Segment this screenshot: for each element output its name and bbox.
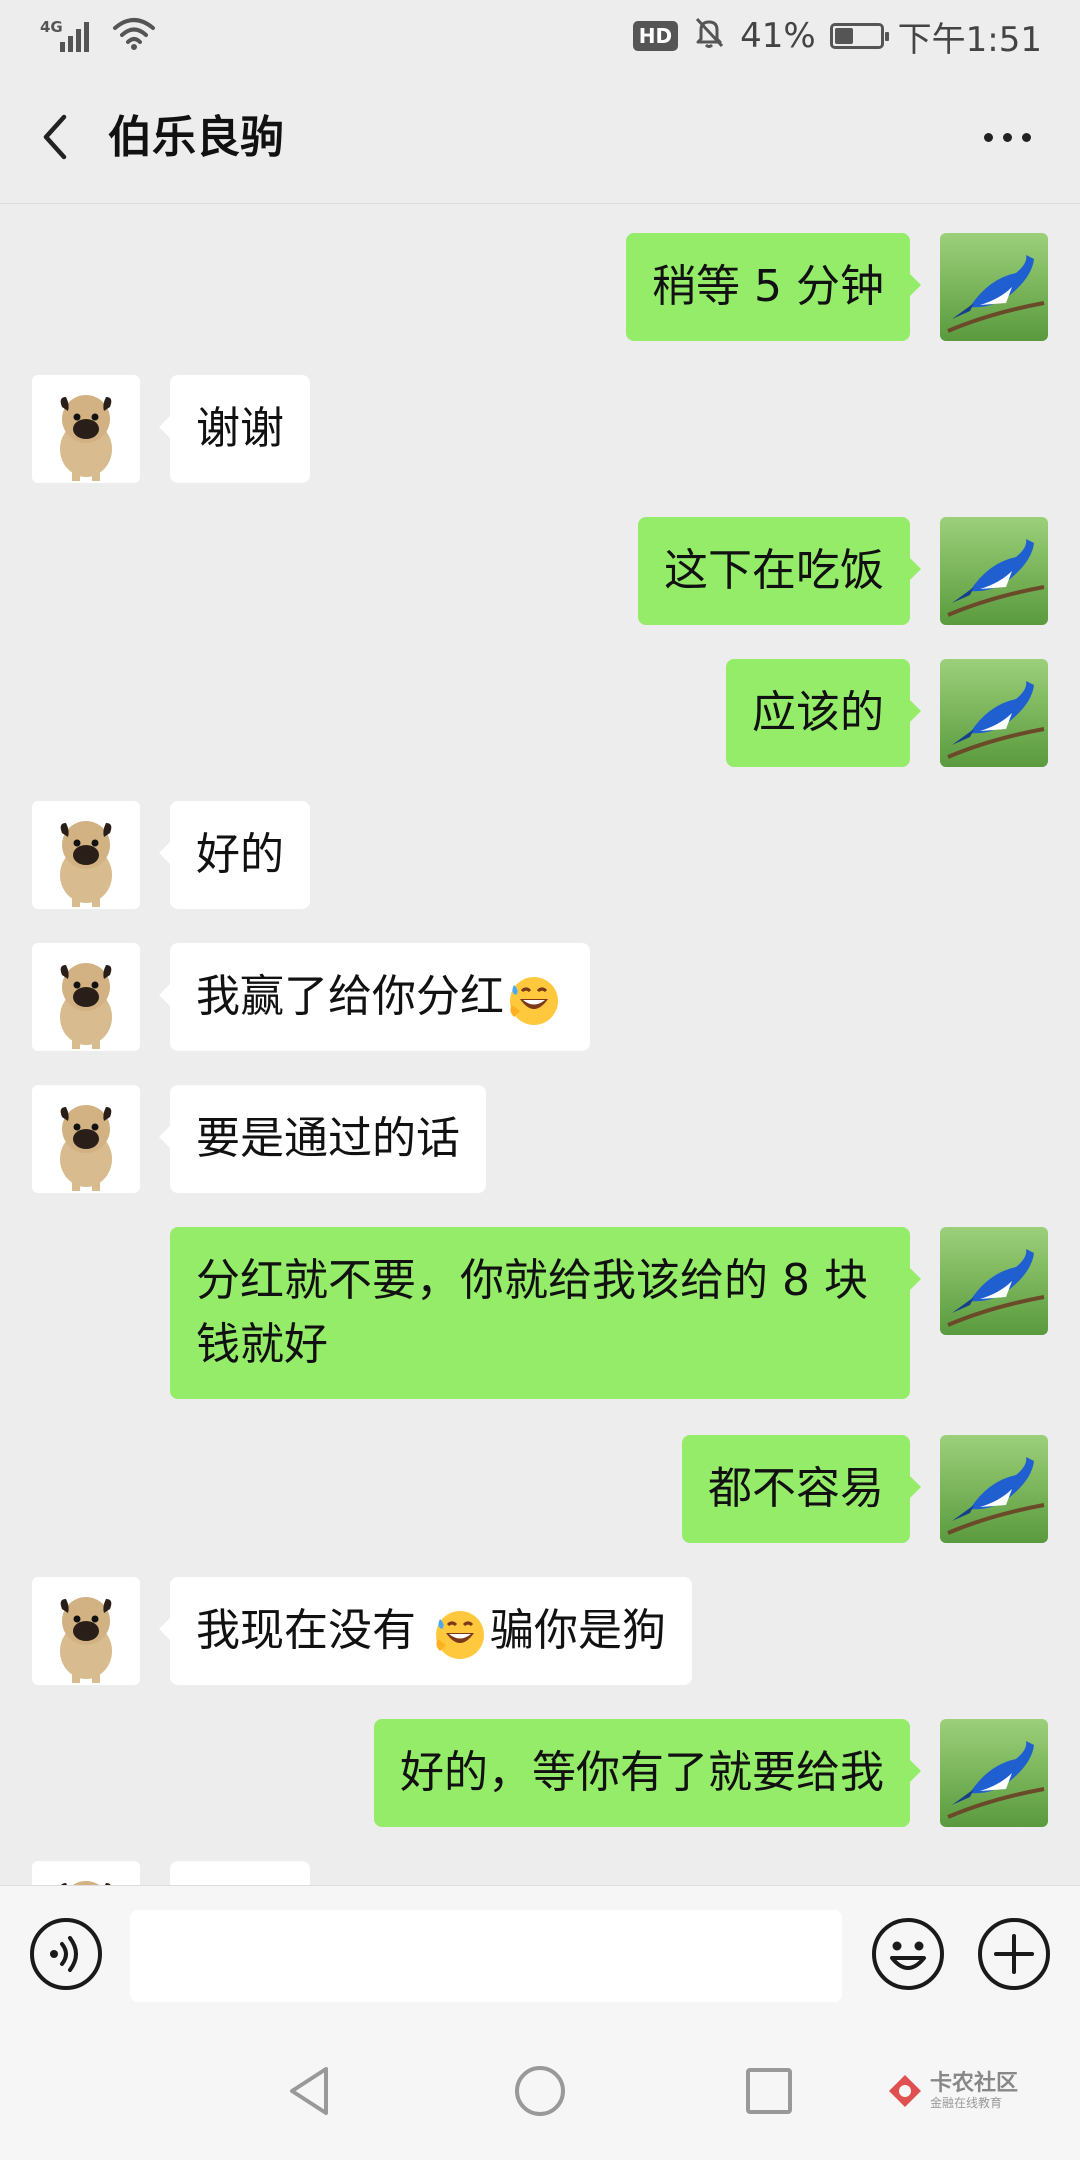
bird-avatar-icon (940, 1719, 1048, 1827)
more-options-button[interactable] (972, 112, 1042, 162)
emoji-button[interactable] (870, 1916, 946, 1992)
voice-icon (30, 1918, 102, 1990)
square-recents-icon (746, 2068, 792, 2114)
bird-avatar-icon (940, 659, 1048, 767)
watermark-title: 卡农社区 (929, 2071, 1018, 2096)
system-nav-bar: 卡农社区 金融在线教育 (0, 2020, 1080, 2160)
message-bubble[interactable]: 我赢了给你分红 (159, 943, 590, 1051)
circle-home-icon (515, 2066, 565, 2116)
hd-badge: HD (632, 21, 679, 51)
message-text: 我现在没有 (196, 1605, 430, 1656)
contact-avatar[interactable] (32, 375, 140, 483)
watermark-subtitle: 金融在线教育 (929, 2096, 1002, 2110)
status-right: HD 41% 下午1:51 (632, 14, 1042, 60)
chat-header: 伯乐良驹 (0, 70, 1080, 204)
pug-avatar-icon (32, 1085, 140, 1193)
my-avatar[interactable] (940, 517, 1048, 625)
contact-avatar[interactable] (32, 1861, 140, 1885)
battery-percent: 41% (740, 16, 816, 56)
pug-avatar-icon (32, 375, 140, 483)
message-text: 我赢了给你分红 (196, 971, 504, 1022)
pug-avatar-icon (32, 1861, 140, 1885)
back-button[interactable] (30, 107, 80, 167)
bird-avatar-icon (940, 1227, 1048, 1335)
chevron-left-icon (43, 114, 67, 160)
pug-avatar-icon (32, 943, 140, 1051)
message-list[interactable]: 稍等 5 分钟 谢谢 这下在吃饭 应该的 好的 我赢了给你分红 要是通过的话 分… (0, 205, 1080, 1885)
input-bar (0, 1885, 1080, 2020)
message-bubble[interactable] (170, 1861, 310, 1885)
my-avatar[interactable] (940, 659, 1048, 767)
smiley-icon (872, 1918, 944, 1990)
battery-icon (829, 23, 889, 49)
contact-avatar[interactable] (32, 1577, 140, 1685)
nav-home-button[interactable] (505, 2056, 575, 2126)
more-dot-icon (983, 132, 993, 142)
message-bubble[interactable]: 稍等 5 分钟 (626, 233, 921, 341)
grinning-sweat-emoji-icon (510, 977, 558, 1025)
mute-bell-icon (692, 15, 726, 58)
voice-input-button[interactable] (28, 1916, 104, 1992)
message-bubble[interactable]: 好的，等你有了就要给我 (374, 1719, 921, 1827)
contact-avatar[interactable] (32, 943, 140, 1051)
more-dot-icon (1021, 132, 1031, 142)
nav-recents-button[interactable] (734, 2056, 804, 2126)
battery-level (834, 28, 853, 44)
triangle-back-icon (290, 2067, 328, 2115)
contact-avatar[interactable] (32, 801, 140, 909)
my-avatar[interactable] (940, 1227, 1048, 1335)
my-avatar[interactable] (940, 1435, 1048, 1543)
chat-title: 伯乐良驹 (108, 112, 284, 163)
message-bubble[interactable]: 这下在吃饭 (638, 517, 921, 625)
pug-avatar-icon (32, 1577, 140, 1685)
pug-avatar-icon (32, 801, 140, 909)
plus-circle-icon (978, 1918, 1050, 1990)
clock: 下午1:51 (897, 19, 1042, 60)
message-bubble[interactable]: 谢谢 (159, 375, 310, 483)
message-bubble[interactable]: 应该的 (726, 659, 921, 767)
status-bar: 4G HD 41% 下午1:51 (0, 0, 1080, 70)
watermark-logo-icon (888, 2075, 921, 2107)
watermark: 卡农社区 金融在线教育 (886, 2072, 1018, 2110)
bird-avatar-icon (940, 1435, 1048, 1543)
message-bubble[interactable]: 要是通过的话 (159, 1085, 486, 1193)
bird-avatar-icon (940, 233, 1048, 341)
grinning-sweat-emoji-icon (436, 1611, 484, 1659)
bird-avatar-icon (940, 517, 1048, 625)
more-features-button[interactable] (976, 1916, 1052, 1992)
nav-back-button[interactable] (274, 2056, 344, 2126)
message-text: 骗你是狗 (490, 1605, 666, 1656)
status-left: 4G (40, 14, 156, 58)
wifi-icon (112, 16, 156, 56)
watermark-text: 卡农社区 金融在线教育 (929, 2071, 1018, 2111)
contact-avatar[interactable] (32, 1085, 140, 1193)
message-bubble[interactable]: 都不容易 (682, 1435, 921, 1543)
my-avatar[interactable] (940, 233, 1048, 341)
message-bubble[interactable]: 我现在没有 骗你是狗 (159, 1577, 692, 1685)
more-dot-icon (1002, 132, 1012, 142)
message-bubble[interactable]: 好的 (159, 801, 310, 909)
my-avatar[interactable] (940, 1719, 1048, 1827)
message-bubble[interactable]: 分红就不要，你就给我该给的 8 块 钱就好 (170, 1227, 921, 1399)
cellular-signal-icon: 4G (40, 16, 102, 56)
message-input[interactable] (130, 1910, 842, 2002)
